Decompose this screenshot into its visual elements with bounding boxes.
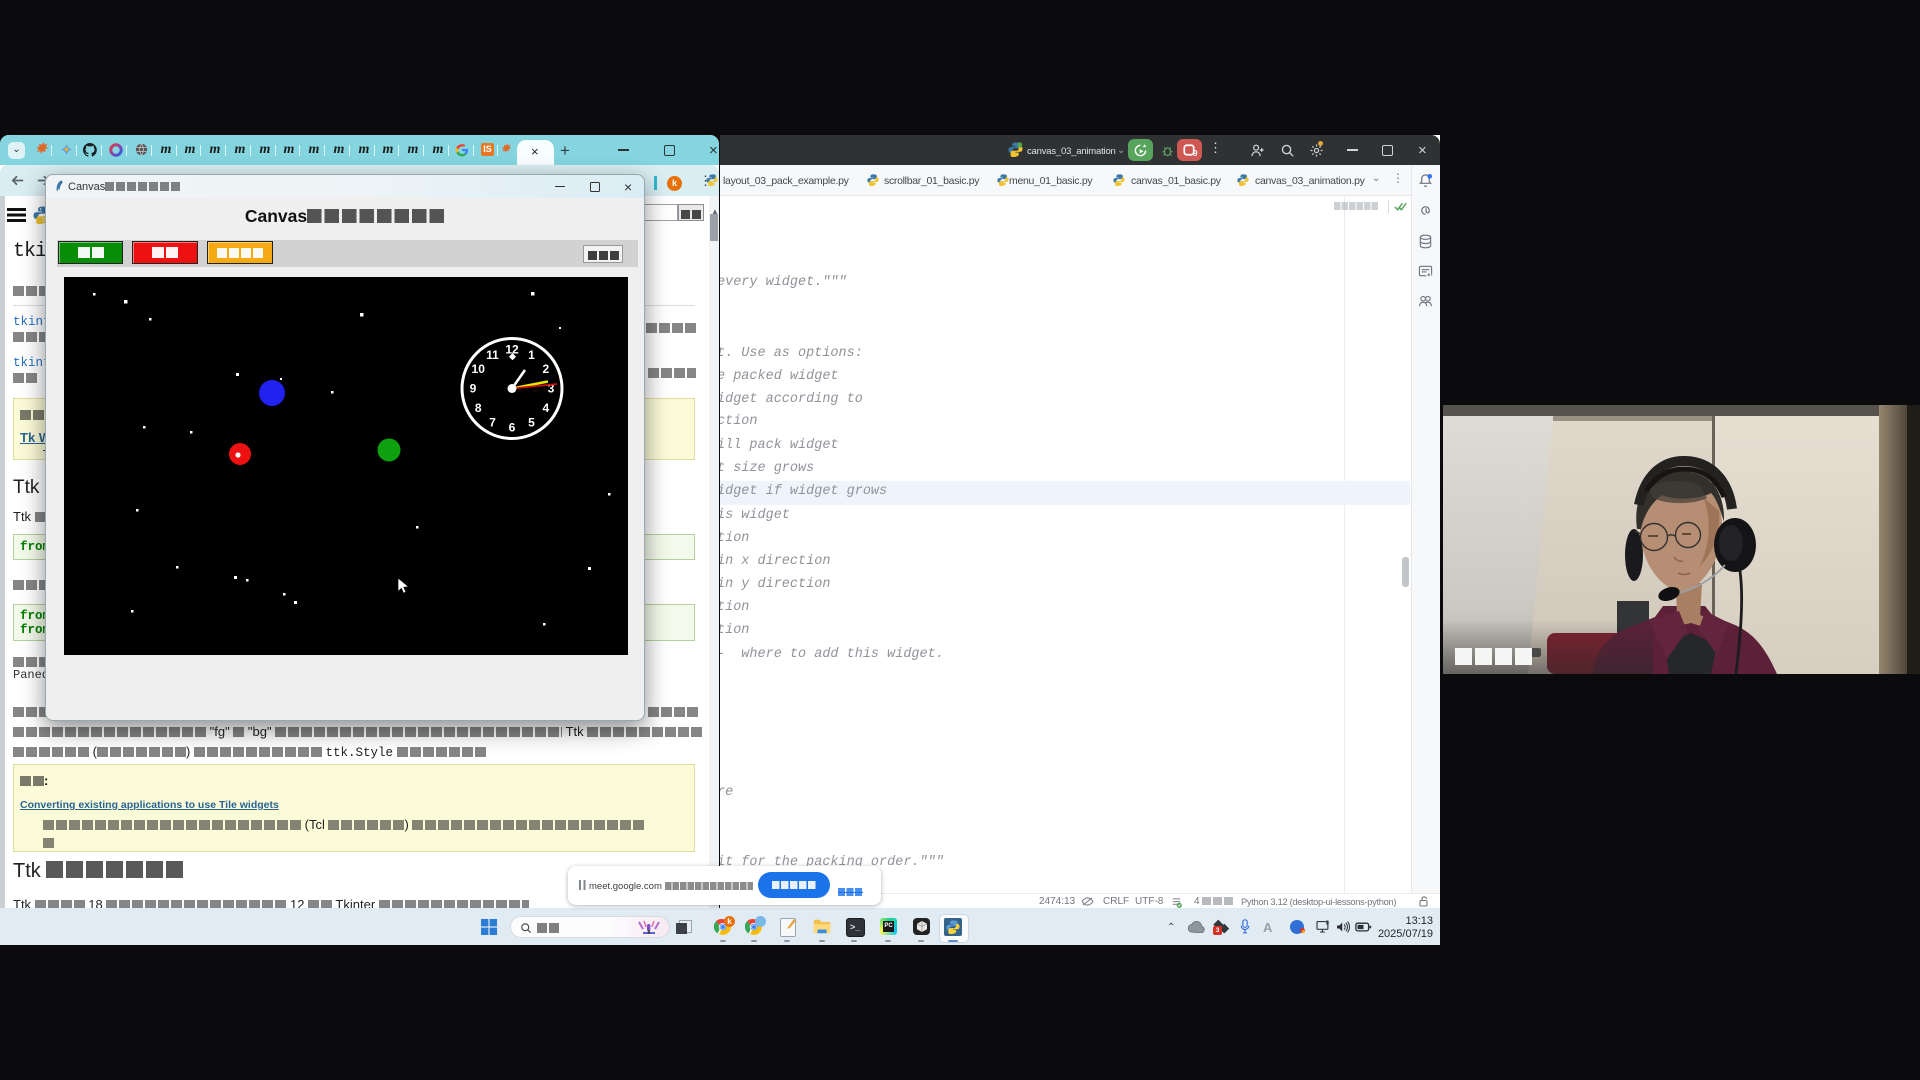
svg-text:1: 1 [528, 348, 535, 362]
svg-text:2: 2 [542, 362, 549, 376]
svg-text:5: 5 [528, 416, 535, 430]
svg-text:4: 4 [542, 401, 549, 415]
svg-text:7: 7 [489, 416, 496, 430]
svg-text:8: 8 [475, 401, 482, 415]
svg-text:6: 6 [509, 421, 516, 435]
svg-text:11: 11 [486, 348, 499, 362]
svg-text:9: 9 [470, 382, 477, 396]
svg-text:10: 10 [472, 362, 486, 376]
